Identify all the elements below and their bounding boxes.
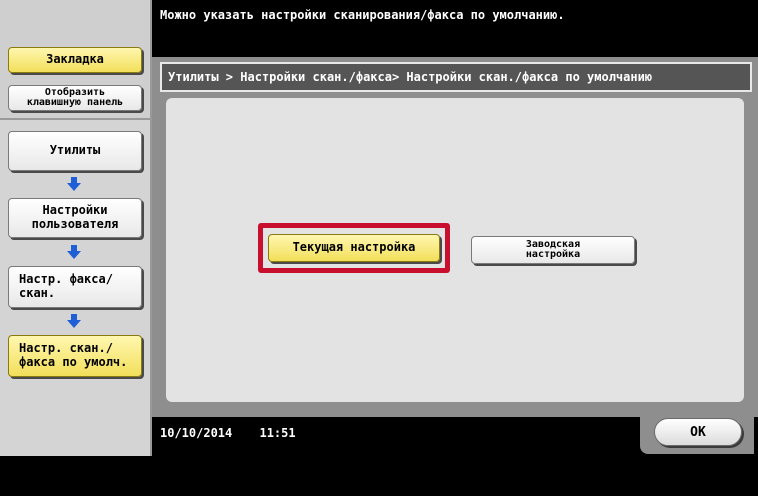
arrow-down-icon [67,314,81,328]
breadcrumb: Утилиты > Настройки скан./факса> Настрой… [160,62,752,92]
nav-fax-scan-label-line1: Настр. факса/ [19,272,113,287]
content-area [166,98,744,402]
arrow-down-icon [67,245,81,259]
bookmark-button[interactable]: Закладка [8,47,142,73]
arrow-down-icon [67,177,81,191]
show-keyboard-button[interactable]: Отобразить клавишную панель [8,85,142,111]
bookmark-button-label: Закладка [46,52,104,67]
nav-fax-scan-label-line2: скан. [19,286,56,300]
date-text: 10/10/2014 [160,426,233,440]
top-message: Можно указать настройки сканирования/фак… [160,8,565,22]
nav-utilities-label: Утилиты [49,143,101,158]
ok-button-label: ОК [690,424,706,440]
current-setting-label: Текущая настройка [292,240,416,255]
breadcrumb-text: Утилиты > Настройки скан./факса> Настрой… [168,70,653,84]
nav-user-settings-button[interactable]: Настройки пользователя [8,198,142,238]
nav-fax-scan-settings-button[interactable]: Настр. факса/ скан. [8,266,142,308]
nav-scan-fax-defaults-label-line2: факса по умолч. [19,355,128,369]
nav-user-settings-label-line1: Настройки [42,203,108,218]
date-time: 10/10/2014 11:51 [160,426,296,440]
nav-user-settings-label-line2: пользователя [31,217,119,231]
nav-utilities-button[interactable]: Утилиты [8,131,142,171]
time-text: 11:51 [259,426,296,440]
factory-setting-button[interactable]: Заводская настройка [471,236,635,264]
nav-scan-fax-defaults-label-line1: Настр. скан./ [19,341,113,356]
show-keyboard-label-line2: клавишную панель [26,97,124,108]
factory-setting-label-line2: настройка [525,249,581,260]
current-setting-button[interactable]: Текущая настройка [268,234,440,262]
ok-button[interactable]: ОК [654,418,742,446]
nav-scan-fax-defaults-button[interactable]: Настр. скан./ факса по умолч. [8,335,142,377]
